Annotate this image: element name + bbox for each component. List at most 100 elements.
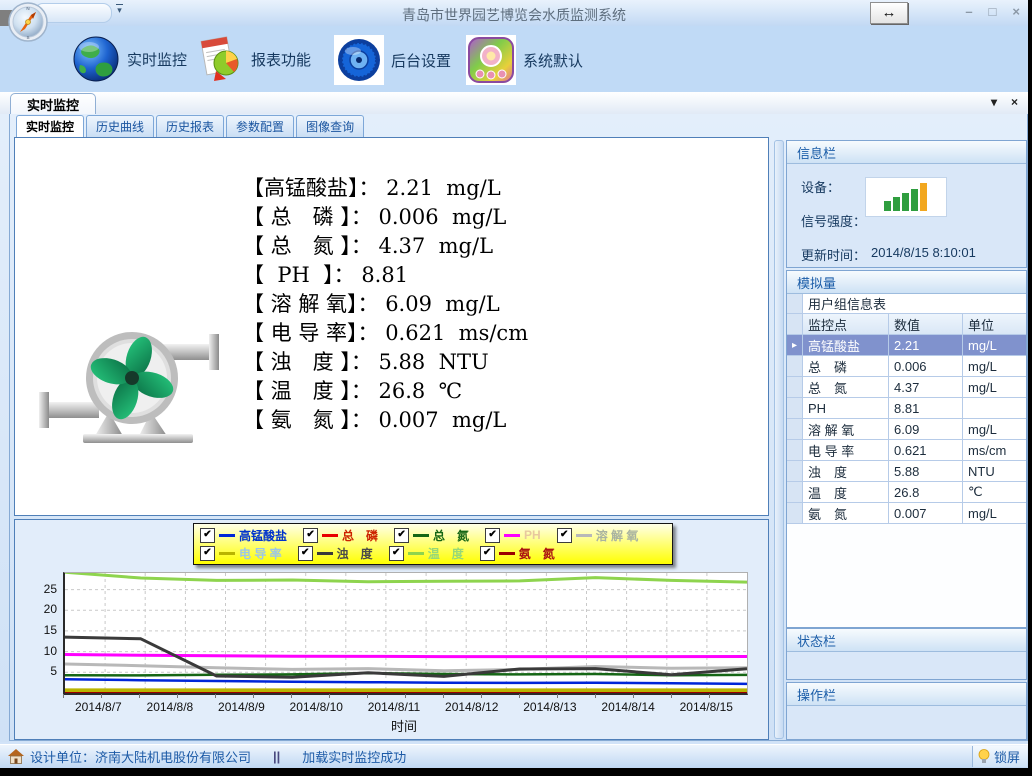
chart-y-axis: 510152025 (27, 572, 59, 692)
analog-panel-header: 模拟量 (787, 271, 1026, 294)
legend-item: ✔浊 度 (298, 545, 373, 562)
legend-line-swatch (413, 534, 429, 537)
cell-value: 5.88 (889, 461, 963, 481)
table-group-header: 用户组信息表 (787, 294, 1026, 314)
chart-plot-area (63, 572, 748, 695)
legend-label: 氨 氮 (519, 545, 555, 562)
toolbar-label-settings: 后台设置 (391, 50, 451, 71)
legend-checkbox[interactable]: ✔ (485, 528, 500, 543)
legend-checkbox[interactable]: ✔ (480, 546, 495, 561)
chart-x-axis-title: 时间 (63, 716, 745, 735)
legend-item: ✔ 氨 氮 (480, 545, 555, 562)
cell-value: 4.37 (889, 377, 963, 397)
legend-item: ✔总 磷 (303, 527, 378, 544)
status-panel-header: 状态栏 (787, 629, 1026, 652)
legend-label: 电 导 率 (239, 545, 282, 562)
legend-checkbox[interactable]: ✔ (394, 528, 409, 543)
reading-line: 【 氨 氮 】： 0.007 mg/L (243, 406, 528, 435)
legend-checkbox[interactable]: ✔ (298, 546, 313, 561)
cell-monitor-point: PH (803, 398, 889, 418)
legend-item: ✔ 总 氮 (394, 527, 469, 544)
svg-text:N: N (26, 6, 29, 11)
cell-unit: NTU (963, 461, 1026, 481)
quick-access-caret-icon[interactable]: ▾ (116, 4, 123, 15)
document-tab-realtime[interactable]: 实时监控 (10, 93, 96, 115)
table-row[interactable]: PH8.81 (787, 398, 1026, 419)
chart-x-ticks (63, 694, 745, 698)
signal-bar (893, 197, 900, 211)
y-tick-label: 10 (44, 644, 57, 658)
row-selector-gutter (787, 398, 803, 418)
tabstrip-close-icon[interactable]: × (1011, 95, 1018, 109)
status-panel: 状态栏 (786, 628, 1027, 680)
subtab-strip: 实时监控 历史曲线 历史报表 参数配置 图像查询 (16, 115, 364, 137)
statusbar-message: 加载实时监控成功 (302, 747, 406, 766)
column-unit: 单位 (963, 314, 1026, 334)
cell-value: 0.621 (889, 440, 963, 460)
legend-label: PH (524, 528, 541, 542)
designer-text: 设计单位：济南大陆机电股份有限公司 (30, 747, 251, 766)
toolbar-button-reports[interactable]: 报表功能 (196, 35, 311, 83)
subtab-image-query[interactable]: 图像查询 (296, 115, 364, 137)
cell-unit: mg/L (963, 419, 1026, 439)
legend-checkbox[interactable]: ✔ (200, 528, 215, 543)
column-monitor-point: 监控点 (803, 314, 889, 334)
panel-splitter[interactable] (774, 140, 784, 739)
toolbar-button-realtime[interactable]: 实时监控 (72, 35, 187, 83)
table-row[interactable]: 电 导 率0.621ms/cm (787, 440, 1026, 461)
table-row[interactable]: 氨 氮0.007mg/L (787, 503, 1026, 524)
compass-app-icon[interactable]: N S (7, 1, 49, 43)
cell-monitor-point: 高锰酸盐 (803, 335, 889, 355)
toolbar-button-settings[interactable]: 后台设置 (334, 35, 451, 85)
toolbar-label-realtime: 实时监控 (127, 49, 187, 70)
analog-panel: 模拟量 用户组信息表 监控点 数值 单位 ▸高锰酸盐2.21mg/L总 磷0.0… (786, 270, 1027, 628)
window-title: 青岛市世界园艺博览会水质监测系统 (200, 5, 828, 25)
table-row[interactable]: 总 磷0.006mg/L (787, 356, 1026, 377)
legend-checkbox[interactable]: ✔ (389, 546, 404, 561)
row-selector-gutter (787, 461, 803, 481)
cell-value: 26.8 (889, 482, 963, 502)
subtab-history-report[interactable]: 历史报表 (156, 115, 224, 137)
toolbar-button-default[interactable]: 系统默认 (466, 35, 583, 85)
table-row[interactable]: 浊 度5.88NTU (787, 461, 1026, 482)
x-tick-label: 2014/8/7 (75, 700, 122, 714)
legend-checkbox[interactable]: ✔ (303, 528, 318, 543)
cell-monitor-point: 电 导 率 (803, 440, 889, 460)
maximize-button[interactable]: □ (989, 3, 997, 21)
resize-icon: ↔ (882, 4, 897, 21)
legend-checkbox[interactable]: ✔ (200, 546, 215, 561)
legend-label: 总 氮 (433, 527, 469, 544)
subtab-history-curve[interactable]: 历史曲线 (86, 115, 154, 137)
cell-value: 0.006 (889, 356, 963, 376)
legend-line-swatch (576, 534, 592, 537)
legend-checkbox[interactable]: ✔ (557, 528, 572, 543)
row-selector-gutter (787, 440, 803, 460)
table-row[interactable]: 溶 解 氧6.09mg/L (787, 419, 1026, 440)
tabstrip-dropdown-icon[interactable]: ▾ (991, 95, 997, 109)
signal-bar (920, 183, 927, 211)
minimize-button[interactable]: – (965, 3, 972, 21)
close-button[interactable]: × (1012, 3, 1020, 21)
table-row[interactable]: 总 氮4.37mg/L (787, 377, 1026, 398)
operation-panel-header: 操作栏 (787, 683, 1026, 706)
legend-item: ✔ PH (485, 528, 541, 543)
sidebar: 信息栏 设备： 天水水库 信号强度： 更新时间： 2014/8/15 8:10:… (786, 140, 1027, 738)
series-温度 (65, 573, 747, 582)
subtab-realtime[interactable]: 实时监控 (16, 115, 84, 137)
window-controls: – □ × (965, 3, 1020, 21)
main-area: 实时监控 历史曲线 历史报表 参数配置 图像查询 (14, 115, 771, 738)
reading-line: 【高锰酸盐】： 2.21 mg/L (243, 174, 528, 203)
row-selector-gutter (787, 356, 803, 376)
lock-screen-button[interactable]: 锁屏 (972, 746, 1027, 767)
cell-monitor-point: 总 磷 (803, 356, 889, 376)
info-panel: 信息栏 设备： 天水水库 信号强度： 更新时间： 2014/8/15 8:10:… (786, 140, 1027, 268)
subtab-parameter-config[interactable]: 参数配置 (226, 115, 294, 137)
trend-chart-panel: ✔高锰酸盐✔总 磷✔总 氮✔PH✔溶 解 氧✔电 导 率✔浊 度✔温 度✔氨 氮… (14, 519, 769, 740)
globe-icon (72, 35, 120, 83)
table-row[interactable]: ▸高锰酸盐2.21mg/L (787, 335, 1026, 356)
chart-legend: ✔高锰酸盐✔总 磷✔总 氮✔PH✔溶 解 氧✔电 导 率✔浊 度✔温 度✔氨 氮 (193, 523, 673, 565)
legend-row: ✔高锰酸盐✔总 磷✔总 氮✔PH✔溶 解 氧 (200, 526, 666, 544)
resize-button[interactable]: ↔ (870, 2, 908, 24)
table-row[interactable]: 温 度26.8℃ (787, 482, 1026, 503)
legend-line-swatch (317, 552, 333, 555)
